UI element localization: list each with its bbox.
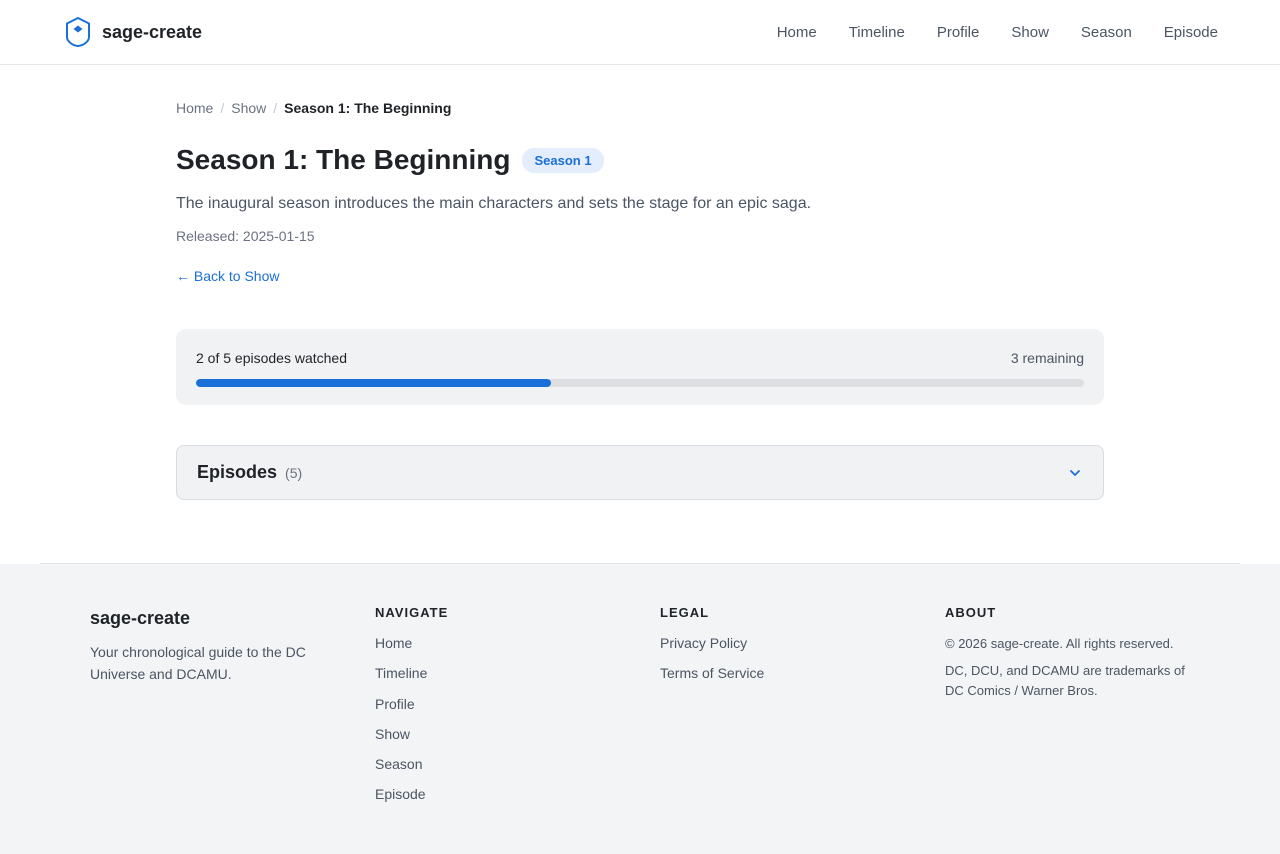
breadcrumb-current: Season 1: The Beginning: [284, 100, 452, 116]
footer-navigate-heading: NAVIGATE: [375, 605, 449, 620]
season-badge: Season 1: [522, 147, 604, 173]
nav-show[interactable]: Show: [1011, 24, 1049, 41]
breadcrumb-show[interactable]: Show: [231, 100, 266, 116]
nav-season[interactable]: Season: [1081, 24, 1132, 41]
breadcrumb-separator: /: [273, 100, 278, 116]
watch-progress-card: 2 of 5 episodes watched 3 remaining: [176, 329, 1104, 405]
footer-link-home[interactable]: Home: [375, 634, 660, 652]
footer-link-profile[interactable]: Profile: [375, 695, 660, 713]
nav-home[interactable]: Home: [777, 24, 817, 41]
brand-name: sage-create: [102, 21, 203, 42]
release-date: Released: 2025-01-15: [176, 228, 315, 244]
nav-profile[interactable]: Profile: [937, 24, 980, 41]
episodes-accordion-toggle[interactable]: Episodes (5): [176, 445, 1104, 500]
main-content: Home / Show / Season 1: The Beginning Se…: [176, 65, 1104, 563]
breadcrumb: Home / Show / Season 1: The Beginning: [176, 100, 1104, 116]
nav-episode[interactable]: Episode: [1164, 24, 1218, 41]
episodes-remaining-text: 3 remaining: [1010, 350, 1084, 366]
episodes-count: (5): [285, 465, 303, 481]
footer-link-privacy-policy[interactable]: Privacy Policy: [660, 634, 945, 652]
main-nav: Home Timeline Profile Show Season Episod…: [745, 24, 1218, 41]
episodes-watched-text: 2 of 5 episodes watched: [196, 350, 347, 366]
footer-link-terms-of-service[interactable]: Terms of Service: [660, 664, 945, 682]
back-to-show-link[interactable]: ← Back to Show: [176, 267, 280, 285]
footer-brand-column: sage-create Your chronological guide to …: [90, 604, 375, 854]
footer-trademark-notice: DC, DCU, and DCAMU are trademarks of DC …: [945, 663, 1185, 698]
footer-link-episode[interactable]: Episode: [375, 785, 660, 803]
page-title: Season 1: The Beginning: [176, 144, 511, 175]
footer-about-heading: ABOUT: [945, 605, 997, 620]
footer-brand-name: sage-create: [90, 608, 191, 628]
footer-tagline: Your chronological guide to the DC Unive…: [90, 644, 306, 682]
nav-timeline[interactable]: Timeline: [849, 24, 905, 41]
footer-about-column: ABOUT © 2026 sage-create. All rights res…: [945, 604, 1195, 854]
footer-link-show[interactable]: Show: [375, 725, 660, 743]
site-header: sage-create Home Timeline Profile Show S…: [0, 0, 1280, 65]
footer-legal-heading: LEGAL: [660, 605, 710, 620]
footer-navigate-column: NAVIGATE Home Timeline Profile Show Seas…: [375, 604, 660, 854]
shield-icon: [64, 16, 92, 48]
episodes-heading: Episodes: [197, 462, 278, 482]
title-row: Season 1: The Beginning Season 1: [176, 143, 1104, 177]
footer-copyright: © 2026 sage-create. All rights reserved.: [945, 636, 1174, 651]
site-footer: sage-create Your chronological guide to …: [0, 564, 1280, 854]
progress-bar-fill: [196, 379, 552, 387]
breadcrumb-separator: /: [220, 100, 225, 116]
brand-logo-link[interactable]: sage-create: [64, 16, 202, 48]
chevron-down-icon[interactable]: [1067, 465, 1083, 481]
footer-legal-column: LEGAL Privacy Policy Terms of Service: [660, 604, 945, 854]
breadcrumb-home[interactable]: Home: [176, 100, 213, 116]
footer-link-timeline[interactable]: Timeline: [375, 664, 660, 682]
progress-bar: [196, 379, 1084, 387]
footer-link-season[interactable]: Season: [375, 755, 660, 773]
season-description: The inaugural season introduces the main…: [176, 195, 812, 212]
